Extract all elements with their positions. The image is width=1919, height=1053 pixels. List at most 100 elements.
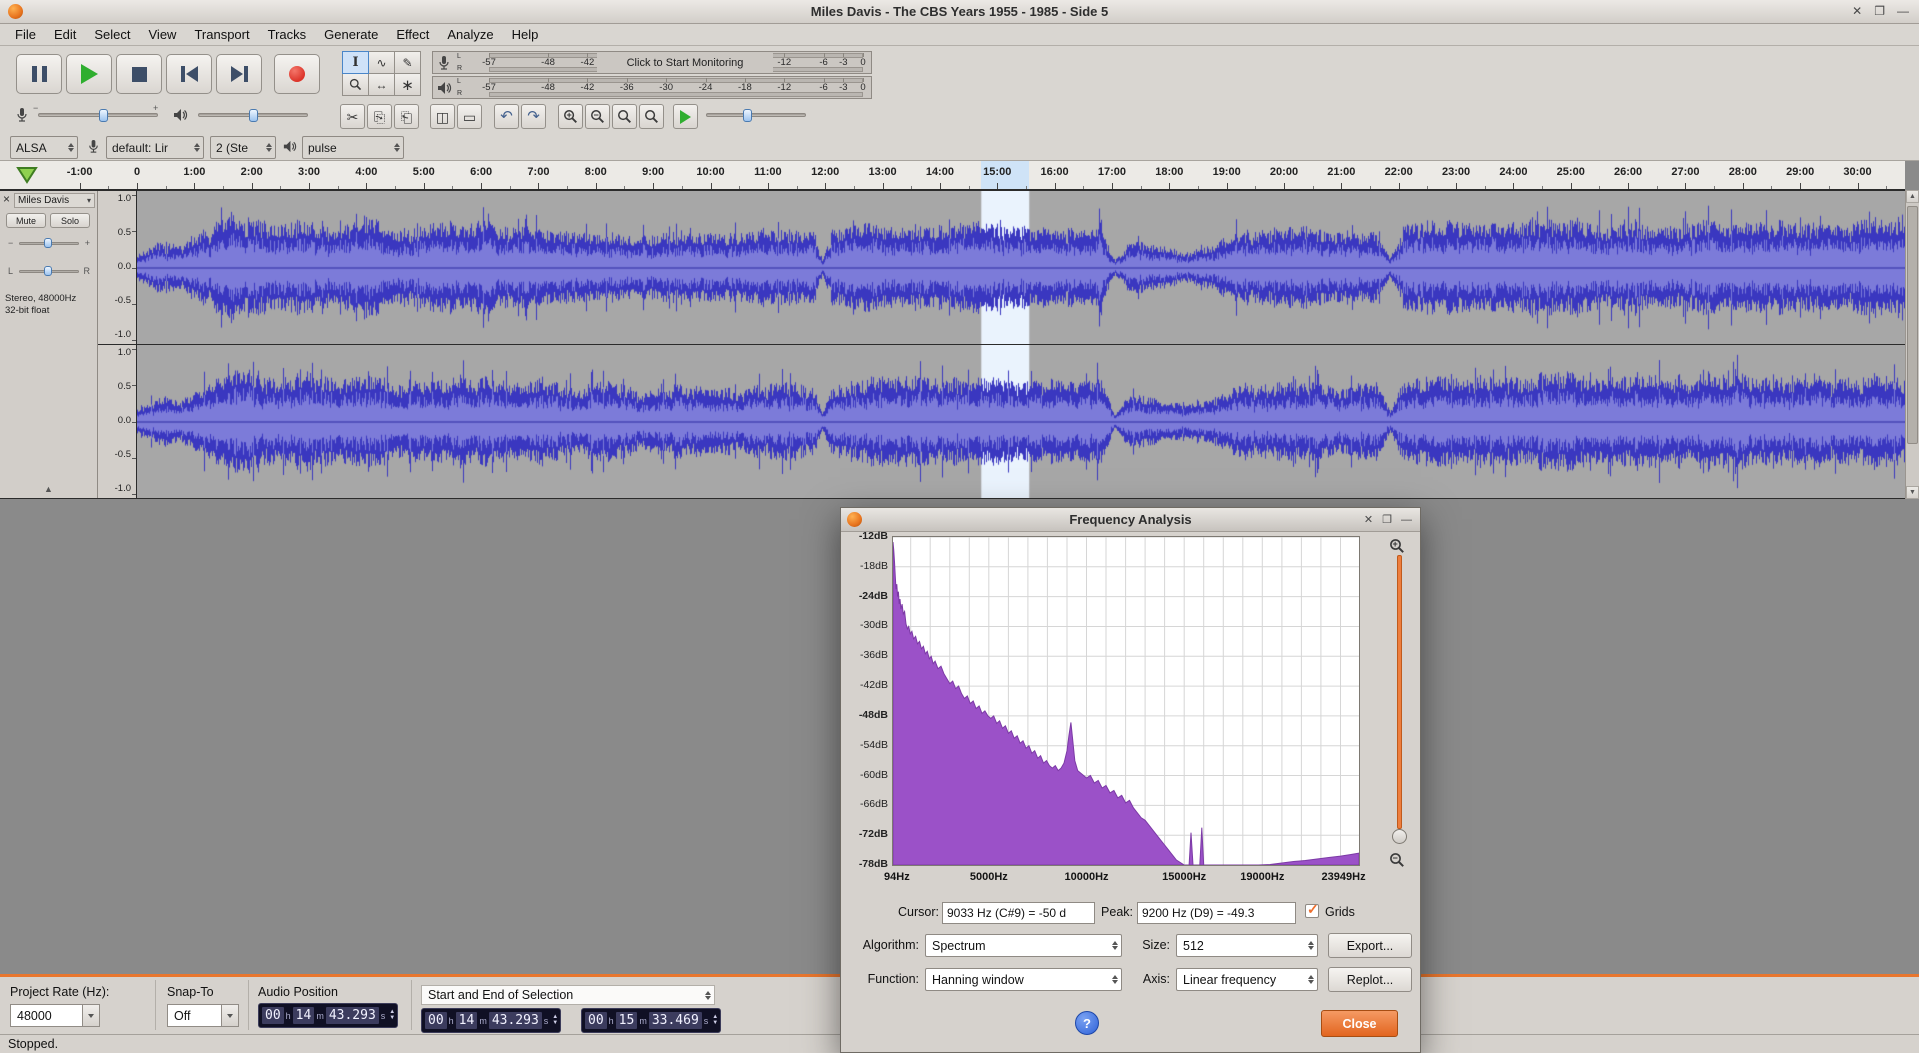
record-button[interactable]	[274, 54, 320, 94]
menu-edit[interactable]: Edit	[45, 25, 85, 44]
zoom-slider-thumb[interactable]	[1392, 829, 1407, 844]
menu-select[interactable]: Select	[85, 25, 139, 44]
paste-button[interactable]: ⎗	[394, 104, 419, 129]
recording-channels-dropdown[interactable]: 2 (Ste	[210, 136, 276, 159]
audio-track[interactable]: × Miles Davis ▾ Mute Solo − + L R Stereo…	[0, 190, 1905, 499]
replot-button[interactable]: Replot...	[1328, 967, 1412, 992]
titlebar[interactable]: Miles Davis - The CBS Years 1955 - 1985 …	[0, 0, 1919, 24]
project-rate-dropdown[interactable]: 48000	[10, 1004, 100, 1027]
redo-button[interactable]: ↷	[521, 104, 546, 129]
dialog-minimize-button[interactable]: —	[1401, 513, 1412, 527]
vertical-scrollbar[interactable]: ▲ ▼	[1905, 190, 1919, 499]
track-title-bar[interactable]: Miles Davis ▾	[14, 193, 95, 208]
waveform-left-channel[interactable]	[137, 191, 1905, 344]
zoom-out-icon[interactable]: −	[1389, 852, 1404, 867]
slider-thumb[interactable]	[44, 266, 52, 276]
minimize-window-button[interactable]: —	[1897, 4, 1909, 18]
close-button[interactable]: Close	[1321, 1010, 1398, 1037]
timeline-ruler[interactable]: -1:00 0 1:00 2:00 3:00 4:00 5:00 6:00 7:00 8:00 9:…	[0, 161, 1905, 190]
play-at-speed-button[interactable]	[673, 104, 698, 129]
time-digits[interactable]: 00	[585, 1012, 607, 1029]
solo-button[interactable]: Solo	[50, 213, 90, 228]
envelope-tool-button[interactable]: ∿	[368, 51, 395, 74]
audio-host-dropdown[interactable]: ALSA	[10, 136, 78, 159]
cursor-value-field[interactable]: 9033 Hz (C#9) = -50 d	[942, 902, 1095, 924]
peak-value-field[interactable]: 9200 Hz (D9) = -49.3	[1137, 902, 1296, 924]
skip-to-start-button[interactable]	[166, 54, 212, 94]
time-digits[interactable]: 43.293	[488, 1012, 542, 1029]
scroll-up-icon[interactable]: ▲	[1906, 190, 1919, 203]
slider-thumb[interactable]	[743, 109, 752, 122]
vertical-scale-ruler[interactable]: 1.0 0.5 0.0 -0.5 -1.0 1.0 0.5 0.0 -0.5 -1.0	[98, 191, 137, 498]
slider-thumb[interactable]	[249, 109, 258, 122]
menu-tracks[interactable]: Tracks	[259, 25, 316, 44]
help-button[interactable]: ?	[1075, 1011, 1099, 1035]
menu-transport[interactable]: Transport	[185, 25, 258, 44]
scroll-down-icon[interactable]: ▼	[1906, 486, 1919, 499]
slider-thumb[interactable]	[99, 109, 108, 122]
menu-generate[interactable]: Generate	[315, 25, 387, 44]
time-digits[interactable]: 43.293	[325, 1007, 379, 1024]
playback-volume-slider[interactable]	[198, 109, 308, 122]
selection-start-field[interactable]: 00 h 14 m 43.293 s ▲ ▼	[421, 1008, 562, 1033]
axis-dropdown[interactable]: Linear frequency	[1176, 968, 1318, 991]
track-collapse-button[interactable]: ▲	[0, 482, 97, 496]
recording-meter[interactable]: L R -57-48-42-36-30-24-18-12-6-30Click t…	[432, 51, 872, 74]
mute-button[interactable]: Mute	[6, 213, 46, 228]
selection-mode-dropdown[interactable]: Start and End of Selection	[421, 985, 715, 1005]
slider-thumb[interactable]	[44, 238, 52, 248]
dialog-close-button[interactable]: ✕	[1364, 513, 1373, 527]
time-spinner[interactable]: ▲ ▼	[389, 1009, 395, 1021]
playback-meter[interactable]: L R -57 -48 -42 -36 -30 -24 -18 -12 -6 -3 0	[432, 76, 872, 99]
trim-audio-button[interactable]: ◫	[430, 104, 455, 129]
frequency-analysis-dialog[interactable]: Frequency Analysis ✕ ❐ — -12dB -18dB -24dB…	[840, 507, 1421, 1053]
silence-audio-button[interactable]: ▭	[457, 104, 482, 129]
monitoring-hint[interactable]: Click to Start Monitoring	[597, 52, 773, 73]
gain-slider[interactable]: − +	[6, 237, 92, 250]
cut-button[interactable]: ✂	[340, 104, 365, 129]
copy-button[interactable]: ⎘	[367, 104, 392, 129]
multi-tool-button[interactable]: ∗	[394, 73, 421, 96]
time-digits[interactable]: 00	[262, 1007, 284, 1024]
time-shift-tool-button[interactable]: ↔	[368, 73, 395, 96]
playback-device-dropdown[interactable]: pulse	[302, 136, 404, 159]
maximize-window-button[interactable]: ❐	[1874, 4, 1885, 18]
time-digits[interactable]: 15	[615, 1012, 638, 1029]
track-menu-arrow-icon[interactable]: ▾	[87, 196, 91, 205]
audio-position-field[interactable]: 00 h 14 m 43.293 s ▲ ▼	[258, 1003, 399, 1028]
snap-to-dropdown[interactable]: Off	[167, 1004, 239, 1027]
menu-effect[interactable]: Effect	[387, 25, 438, 44]
time-spinner[interactable]: ▲ ▼	[712, 1014, 718, 1026]
zoom-out-button[interactable]: −	[585, 104, 610, 129]
time-digits[interactable]: 00	[425, 1012, 447, 1029]
selection-tool-button[interactable]: I	[342, 51, 369, 74]
spectrum-plot[interactable]	[892, 536, 1360, 866]
zoom-in-icon[interactable]: +	[1389, 538, 1404, 553]
waveform-right-channel[interactable]	[137, 345, 1905, 498]
skip-to-end-button[interactable]	[216, 54, 262, 94]
zoom-slider[interactable]	[1397, 555, 1402, 829]
time-digits[interactable]: 14	[292, 1007, 315, 1024]
algorithm-dropdown[interactable]: Spectrum	[925, 934, 1122, 957]
scrollbar-thumb[interactable]	[1907, 206, 1918, 444]
pan-slider[interactable]: L R	[6, 265, 92, 278]
play-button[interactable]	[66, 54, 112, 94]
close-window-button[interactable]: ✕	[1852, 4, 1862, 18]
zoom-tool-button[interactable]	[342, 73, 369, 96]
fit-project-button[interactable]	[639, 104, 664, 129]
time-digits[interactable]: 14	[455, 1012, 478, 1029]
undo-button[interactable]: ↶	[494, 104, 519, 129]
waveform-area[interactable]	[137, 191, 1905, 498]
time-spinner[interactable]: ▲ ▼	[552, 1014, 558, 1026]
stop-button[interactable]	[116, 54, 162, 94]
track-close-button[interactable]: ×	[3, 192, 10, 206]
menu-analyze[interactable]: Analyze	[438, 25, 502, 44]
recording-volume-slider[interactable]	[38, 109, 158, 122]
size-dropdown[interactable]: 512	[1176, 934, 1318, 957]
play-speed-slider[interactable]	[706, 109, 806, 122]
fit-selection-button[interactable]	[612, 104, 637, 129]
export-button[interactable]: Export...	[1328, 933, 1412, 958]
dialog-maximize-button[interactable]: ❐	[1382, 513, 1392, 527]
selection-end-field[interactable]: 00 h 15 m 33.469 s ▲ ▼	[581, 1008, 722, 1033]
menu-help[interactable]: Help	[503, 25, 548, 44]
